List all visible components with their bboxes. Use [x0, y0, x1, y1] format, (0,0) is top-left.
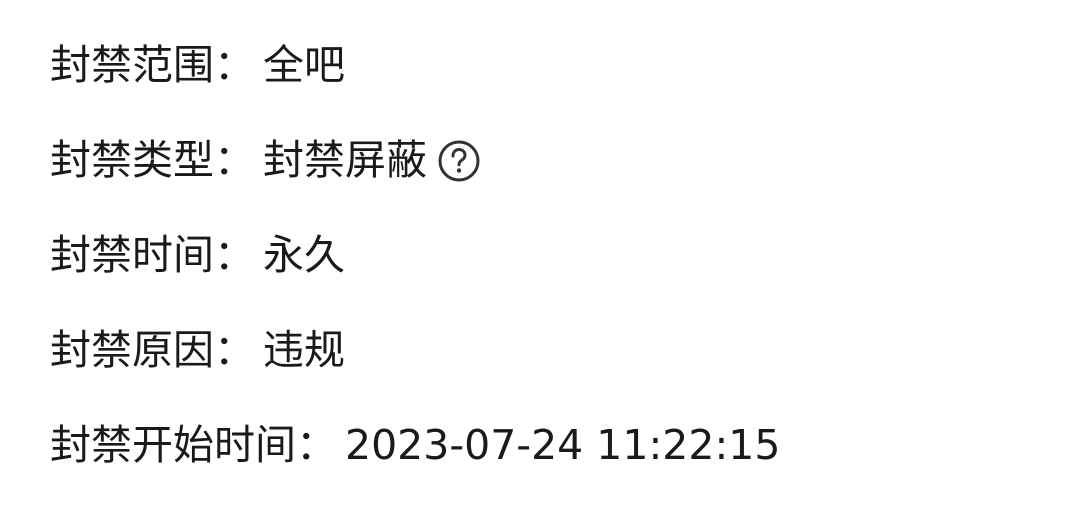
- ban-type-label: 封禁类型：: [50, 136, 255, 184]
- ban-reason-row: 封禁原因： 违规: [50, 303, 1040, 398]
- ban-start-time-row: 封禁开始时间： 2023-07-24 11:22:15: [50, 398, 1040, 493]
- ban-scope-value: 全吧: [263, 41, 345, 89]
- ban-type-row: 封禁类型： 封禁屏蔽: [50, 113, 1040, 208]
- ban-duration-label: 封禁时间：: [50, 231, 255, 279]
- ban-start-time-label: 封禁开始时间：: [50, 421, 337, 469]
- ban-duration-value: 永久: [263, 231, 345, 279]
- ban-type-value: 封禁屏蔽: [263, 136, 427, 184]
- ban-reason-value: 违规: [263, 326, 345, 374]
- ban-reason-label: 封禁原因：: [50, 326, 255, 374]
- ban-scope-row: 封禁范围： 全吧: [50, 18, 1040, 113]
- question-circle-icon[interactable]: [437, 139, 481, 183]
- ban-scope-label: 封禁范围：: [50, 41, 255, 89]
- ban-duration-row: 封禁时间： 永久: [50, 208, 1040, 303]
- ban-start-time-value: 2023-07-24 11:22:15: [345, 421, 781, 469]
- ban-info-list: 封禁范围： 全吧 封禁类型： 封禁屏蔽 封禁时间： 永久 封禁原因： 违规 封禁…: [50, 18, 1040, 493]
